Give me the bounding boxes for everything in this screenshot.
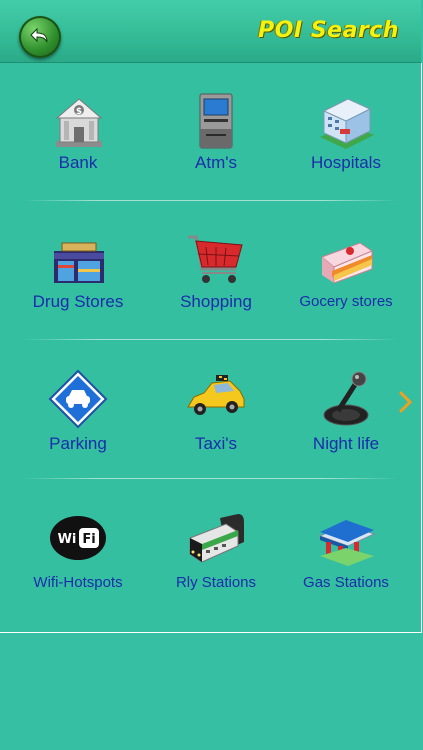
poi-label: Gocery stores (299, 293, 393, 310)
chevron-right-icon (399, 391, 413, 413)
grocery-store-icon (321, 242, 374, 284)
page-title: POI Search (258, 18, 399, 43)
poi-item-wifi-hotspots[interactable]: Wi Fi Wifi-Hotspots (8, 480, 148, 618)
back-button[interactable] (19, 16, 61, 58)
taxi-icon (187, 375, 245, 415)
poi-label: Wifi-Hotspots (33, 574, 123, 591)
back-arrow-icon (30, 27, 48, 43)
poi-label: Atm's (195, 153, 237, 172)
wifi-badge-right: Fi (82, 532, 95, 547)
atm-icon (199, 93, 233, 149)
gas-station-icon (318, 520, 376, 566)
poi-item-parking[interactable]: Parking (8, 341, 148, 479)
grid-row: Drug Stores Shopping Gocery stores (0, 201, 421, 340)
poi-label: Taxi's (195, 434, 237, 453)
poi-label: Parking (49, 434, 107, 453)
poi-label: Bank (58, 153, 98, 172)
row-divider (22, 339, 399, 340)
bank-icon: $ (55, 98, 103, 147)
poi-label: Hospitals (311, 153, 381, 172)
poi-item-taxi[interactable]: Taxi's (146, 341, 286, 479)
poi-item-night-life[interactable]: Night life (276, 341, 416, 479)
poi-label: Rly Stations (175, 574, 257, 591)
poi-label: Shopping (180, 292, 252, 311)
poi-label: Gas Stations (303, 574, 389, 591)
poi-item-atm[interactable]: Atm's (146, 63, 286, 201)
poi-label: Night life (312, 434, 380, 453)
poi-label: Drug Stores (32, 292, 124, 311)
poi-item-bank[interactable]: $ Bank (8, 63, 148, 201)
poi-item-drug-stores[interactable]: Drug Stores (8, 201, 148, 339)
grid-row: Parking Taxi's Night life (0, 341, 421, 479)
wifi-icon: Wi Fi (50, 516, 106, 560)
svg-text:$: $ (76, 107, 82, 117)
shopping-cart-icon (188, 235, 243, 283)
grid-row: $ Bank Atm's Hospitals (0, 63, 421, 201)
header-bar: POI Search (0, 0, 421, 63)
parking-icon (48, 369, 108, 429)
poi-item-shopping[interactable]: Shopping (146, 201, 286, 339)
hospital-icon (320, 98, 374, 149)
poi-search-screen: POI Search $ Bank Atm's Hospitals Drug S… (0, 0, 423, 750)
poi-item-hospitals[interactable]: Hospitals (276, 63, 416, 201)
wifi-badge-left: Wi (58, 532, 77, 547)
train-icon (189, 514, 244, 563)
drug-store-icon (54, 242, 104, 283)
poi-grid: $ Bank Atm's Hospitals Drug Stores Shopp… (0, 63, 422, 633)
poi-item-rly-stations[interactable]: Rly Stations (146, 480, 286, 618)
poi-item-gas-stations[interactable]: Gas Stations (276, 480, 416, 618)
row-divider (22, 478, 399, 479)
grid-row: Wi Fi Wifi-Hotspots Rly Stations Gas Sta… (0, 480, 421, 618)
poi-item-grocery-stores[interactable]: Gocery stores (276, 201, 416, 339)
microphone-icon (323, 371, 369, 426)
next-page-button[interactable] (399, 391, 413, 413)
